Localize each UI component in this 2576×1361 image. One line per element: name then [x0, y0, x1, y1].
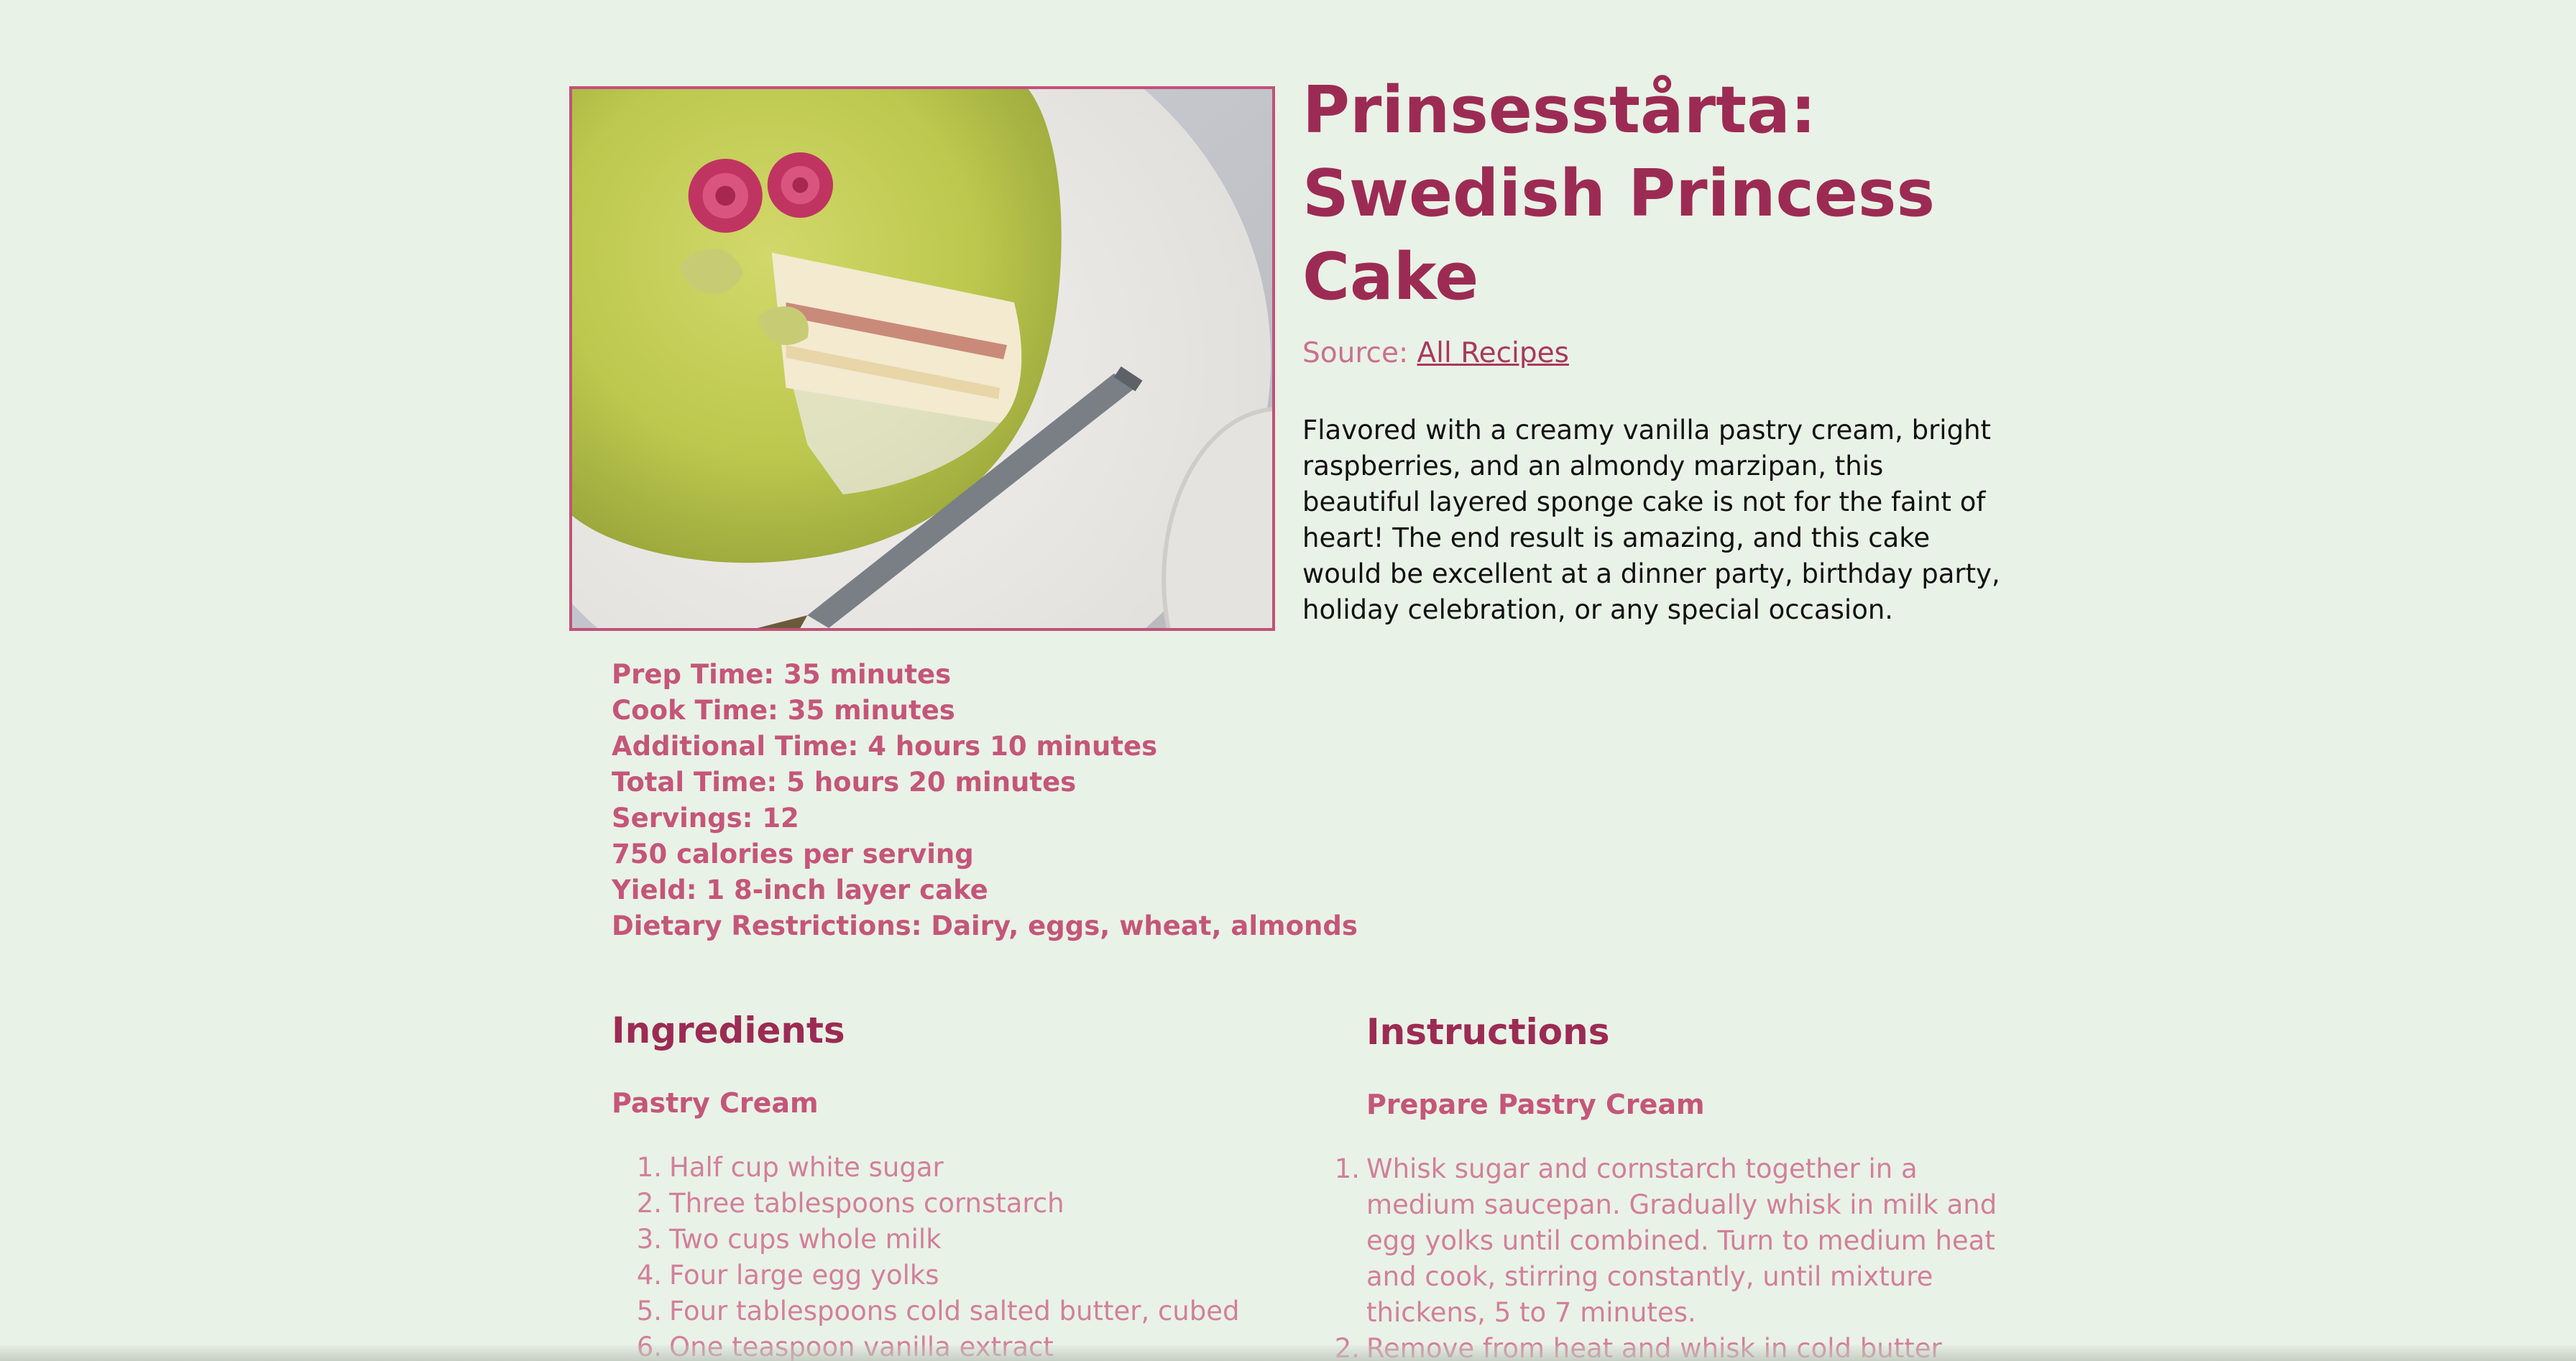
recipe-title: Prinsesstårta: Swedish Princess Cake — [1302, 73, 1936, 315]
total-time: Total Time: 5 hours 20 minutes — [612, 767, 1077, 798]
princess-cake-photo — [569, 86, 1275, 631]
list-number: 4. — [636, 1260, 662, 1291]
ingredients-section-title: Pastry Cream — [612, 1087, 819, 1119]
instructions-section-title: Prepare Pastry Cream — [1366, 1089, 1705, 1120]
dietary-restrictions: Dietary Restrictions: Dairy, eggs, wheat… — [612, 910, 1358, 941]
servings: Servings: 12 — [612, 803, 799, 834]
list-item: 2. Three tablespoons cornstarch — [612, 1186, 1302, 1222]
list-number: 5. — [636, 1296, 662, 1327]
list-number: 1. — [1334, 1153, 1360, 1184]
cook-time: Cook Time: 35 minutes — [612, 695, 955, 726]
source-link[interactable]: All Recipes — [1417, 337, 1569, 369]
ingredients-heading: Ingredients — [612, 1010, 845, 1051]
yield: Yield: 1 8-inch layer cake — [612, 875, 988, 905]
list-item: 4. Four large egg yolks — [612, 1258, 1302, 1293]
window-bottom-edge — [0, 1345, 2576, 1361]
ingredient-text: Four large egg yolks — [669, 1260, 939, 1291]
list-item: 5. Four tablespoons cold salted butter, c… — [612, 1293, 1302, 1329]
list-item: 1. Half cup white sugar — [612, 1150, 1302, 1186]
list-number: 3. — [636, 1224, 662, 1255]
instruction-text: Whisk sugar and cornstarch together in a… — [1366, 1153, 1997, 1328]
ingredients-list: 1. Half cup white sugar 2. Three tablespoo… — [612, 1150, 1302, 1361]
ingredient-text: Half cup white sugar — [669, 1152, 944, 1183]
list-number: 1. — [636, 1152, 662, 1183]
calories: 750 calories per serving — [612, 839, 974, 869]
recipe-meta-list: Prep Time: 35 minutes Cook Time: 35 minu… — [612, 657, 1358, 944]
ingredient-text: Two cups whole milk — [669, 1224, 942, 1255]
recipe-description: Flavored with a creamy vanilla pastry cr… — [1302, 415, 2000, 625]
source-label: Source: — [1302, 337, 1409, 369]
additional-time: Additional Time: 4 hours 10 minutes — [612, 731, 1158, 762]
cake-illustration — [572, 89, 1272, 628]
ingredient-text: Three tablespoons cornstarch — [669, 1188, 1064, 1219]
list-item: 1. Whisk sugar and cornstarch together in… — [1308, 1151, 2012, 1331]
list-item: 3. Two cups whole milk — [612, 1222, 1302, 1258]
recipe-page: Prinsesstårta: Swedish Princess Cake Sou… — [0, 0, 2576, 1361]
instructions-heading: Instructions — [1366, 1011, 1610, 1053]
prep-time: Prep Time: 35 minutes — [612, 659, 952, 690]
list-number: 2. — [636, 1188, 662, 1219]
recipe-source: Source: All Recipes — [1302, 332, 1569, 375]
ingredient-text: Four tablespoons cold salted butter, cub… — [669, 1296, 1240, 1327]
instructions-list: 1. Whisk sugar and cornstarch together in… — [1308, 1151, 2012, 1361]
